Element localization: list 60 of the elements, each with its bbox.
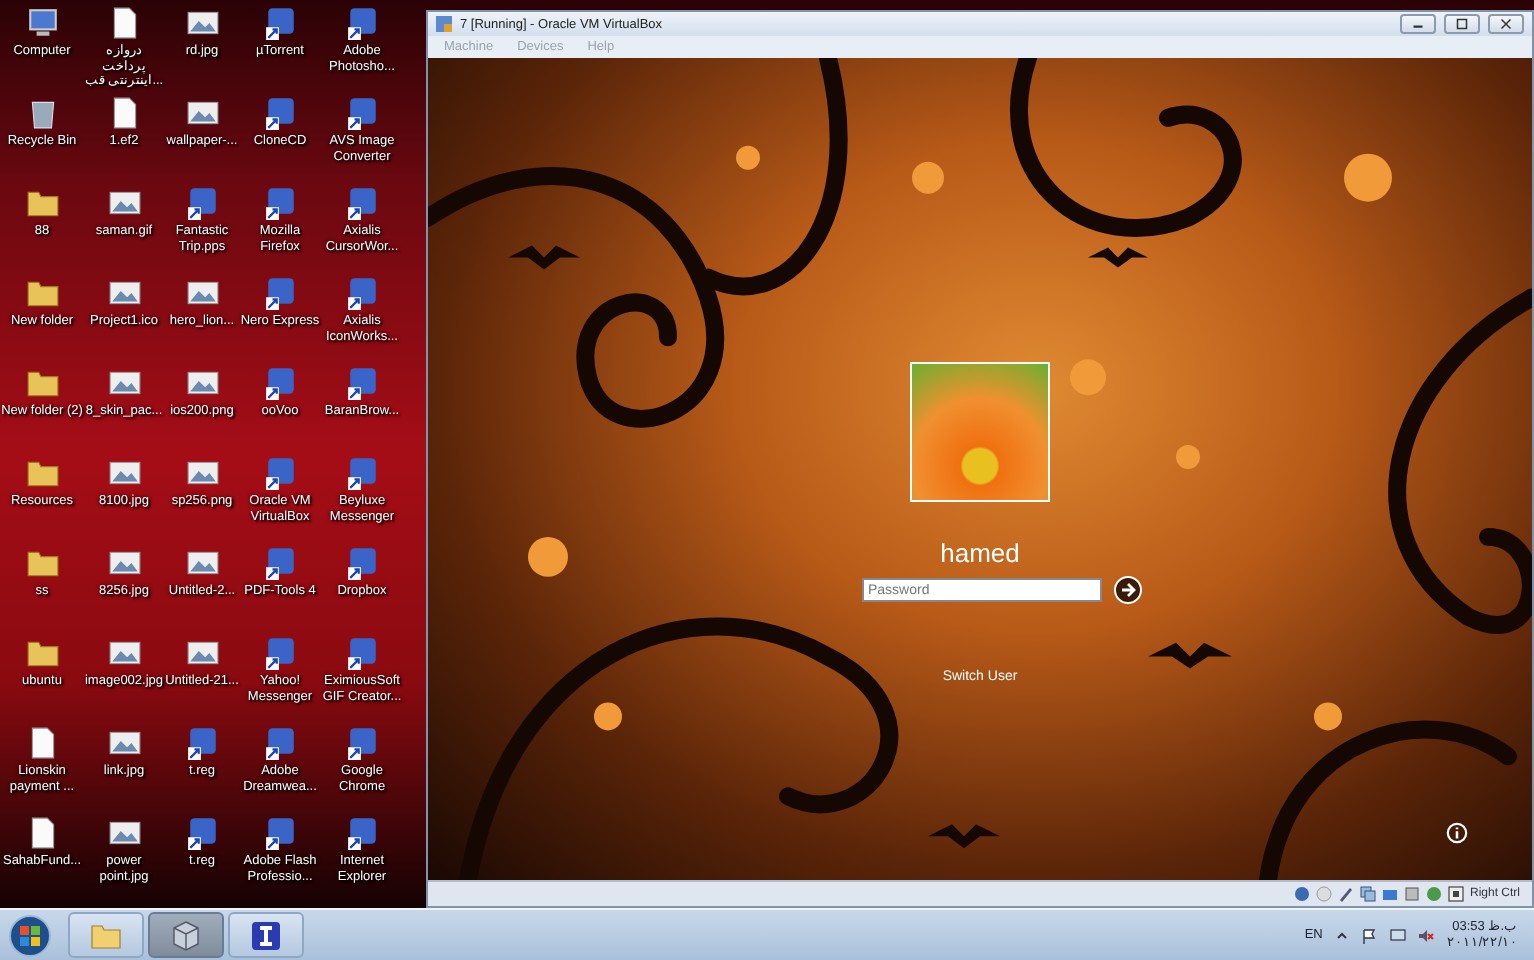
close-icon bbox=[1500, 18, 1512, 30]
maximize-icon bbox=[1456, 18, 1468, 30]
application-icon[interactable] bbox=[345, 816, 379, 850]
image-file-icon[interactable] bbox=[185, 96, 219, 130]
taskbar-button[interactable] bbox=[228, 912, 304, 959]
image-file-icon[interactable] bbox=[107, 636, 141, 670]
computer-icon[interactable] bbox=[25, 6, 59, 40]
image-file-icon[interactable] bbox=[185, 6, 219, 40]
image-file-icon[interactable] bbox=[107, 456, 141, 490]
image-file-icon[interactable] bbox=[107, 366, 141, 400]
application-icon[interactable] bbox=[263, 96, 297, 130]
cube-icon bbox=[170, 919, 202, 952]
application-icon[interactable] bbox=[263, 546, 297, 580]
application-icon[interactable] bbox=[263, 366, 297, 400]
flag-icon[interactable] bbox=[1362, 927, 1379, 944]
application-icon[interactable] bbox=[345, 186, 379, 220]
application-icon[interactable] bbox=[345, 636, 379, 670]
image-file-icon[interactable] bbox=[185, 546, 219, 580]
image-file-icon[interactable] bbox=[107, 186, 141, 220]
ease-of-access-icon[interactable] bbox=[1446, 822, 1468, 845]
close-button[interactable] bbox=[1488, 14, 1524, 34]
application-icon[interactable] bbox=[185, 186, 219, 220]
image-file-icon[interactable] bbox=[107, 276, 141, 310]
speaker-muted-icon[interactable] bbox=[1418, 927, 1435, 944]
image-file-icon[interactable] bbox=[185, 276, 219, 310]
image-file-icon[interactable] bbox=[107, 816, 141, 850]
caret-up-icon[interactable] bbox=[1334, 927, 1351, 944]
image-file-icon[interactable] bbox=[107, 546, 141, 580]
application-icon[interactable] bbox=[263, 276, 297, 310]
application-icon[interactable] bbox=[345, 366, 379, 400]
application-icon[interactable] bbox=[345, 546, 379, 580]
letter-i-icon bbox=[250, 919, 282, 952]
application-icon[interactable] bbox=[263, 6, 297, 40]
application-icon[interactable] bbox=[263, 456, 297, 490]
minimize-button[interactable] bbox=[1400, 14, 1436, 34]
app-icon bbox=[436, 16, 452, 32]
application-icon[interactable] bbox=[263, 636, 297, 670]
maximize-button[interactable] bbox=[1444, 14, 1480, 34]
application-icon[interactable] bbox=[185, 726, 219, 760]
application-icon[interactable] bbox=[345, 276, 379, 310]
application-icon[interactable] bbox=[185, 816, 219, 850]
application-icon[interactable] bbox=[345, 456, 379, 490]
application-icon[interactable] bbox=[263, 726, 297, 760]
application-icon[interactable] bbox=[263, 186, 297, 220]
taskbar-button[interactable] bbox=[148, 912, 224, 959]
submit-button[interactable] bbox=[1114, 576, 1142, 604]
arrow-right-icon bbox=[1120, 582, 1136, 598]
image-file-icon[interactable] bbox=[185, 456, 219, 490]
image-file-icon[interactable] bbox=[107, 726, 141, 760]
application-icon[interactable] bbox=[345, 6, 379, 40]
application-icon[interactable] bbox=[263, 816, 297, 850]
pen-icon[interactable] bbox=[1337, 886, 1354, 903]
application-icon[interactable] bbox=[345, 96, 379, 130]
photo-placeholder bbox=[910, 362, 1050, 502]
image-file-icon[interactable] bbox=[185, 636, 219, 670]
start-button[interactable] bbox=[8, 913, 52, 958]
keyboard-capture-icon[interactable] bbox=[1447, 886, 1464, 903]
user-name: hamed bbox=[940, 538, 1020, 568]
image-file-icon[interactable] bbox=[185, 366, 219, 400]
application-icon[interactable] bbox=[345, 726, 379, 760]
